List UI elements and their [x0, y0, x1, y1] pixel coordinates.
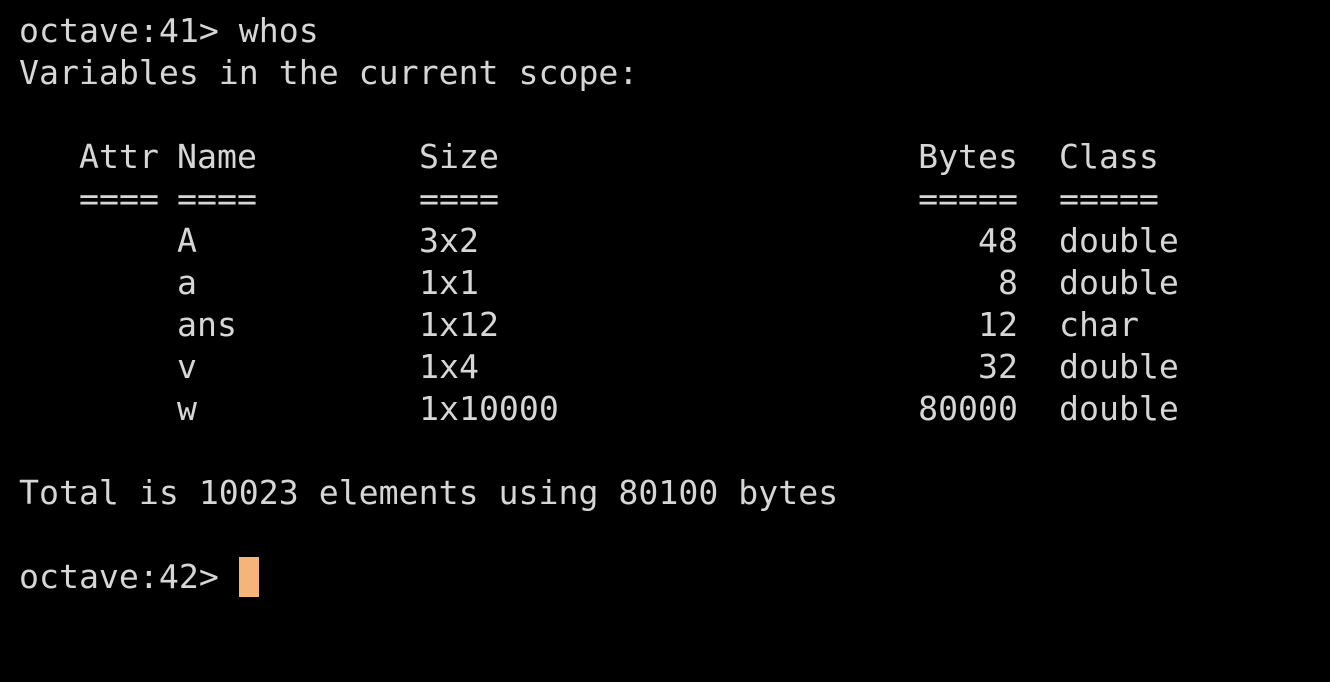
row-name: ans	[177, 305, 237, 344]
row-bytes: 32	[978, 347, 1018, 386]
row-class: double	[1059, 263, 1179, 302]
table-row: a 1x1 8 double	[19, 262, 1319, 304]
table-row: A 3x2 48 double	[19, 220, 1319, 262]
column-header-bytes: Bytes	[918, 137, 1018, 176]
underline-attr: ====	[79, 179, 159, 218]
row-size: 1x1	[419, 263, 479, 302]
row-size: 1x4	[419, 347, 479, 386]
row-bytes: 48	[978, 221, 1018, 260]
row-class: double	[1059, 389, 1179, 428]
table-row: w 1x10000 80000 double	[19, 388, 1319, 430]
row-name: A	[177, 221, 197, 260]
row-bytes: 8	[998, 263, 1018, 302]
table-row: ans 1x12 12 char	[19, 304, 1319, 346]
command-text: whos	[238, 11, 319, 50]
column-header-size: Size	[419, 137, 499, 176]
row-class: char	[1059, 305, 1139, 344]
prompt: octave:41>	[19, 11, 239, 50]
row-bytes: 12	[978, 305, 1018, 344]
command-line-1: octave:41> whos	[19, 10, 1319, 52]
row-size: 3x2	[419, 221, 479, 260]
command-line-2[interactable]: octave:42>	[19, 556, 1319, 598]
row-class: double	[1059, 347, 1179, 386]
row-name: w	[177, 389, 197, 428]
total-summary-text: Total is 10023 elements using 80100 byte…	[19, 473, 839, 512]
total-summary: Total is 10023 elements using 80100 byte…	[19, 472, 1319, 514]
scope-header: Variables in the current scope:	[19, 52, 1319, 94]
row-class: double	[1059, 221, 1179, 260]
column-header-class: Class	[1059, 137, 1159, 176]
table-row: v 1x4 32 double	[19, 346, 1319, 388]
underline-size: ====	[419, 179, 499, 218]
terminal-window[interactable]: octave:41> whos Variables in the current…	[19, 10, 1319, 622]
scope-header-text: Variables in the current scope:	[19, 53, 639, 92]
row-size: 1x10000	[419, 389, 559, 428]
table-header-underline: ==== ==== ==== ===== =====	[19, 178, 1319, 220]
column-header-name: Name	[177, 137, 257, 176]
prompt: octave:42>	[19, 557, 239, 596]
underline-name: ====	[177, 179, 257, 218]
row-name: v	[177, 347, 197, 386]
table-header: Attr Name Size Bytes Class	[19, 136, 1319, 178]
underline-class: =====	[1059, 179, 1159, 218]
underline-bytes: =====	[918, 179, 1018, 218]
row-bytes: 80000	[918, 389, 1018, 428]
column-header-attr: Attr	[79, 137, 159, 176]
row-size: 1x12	[419, 305, 499, 344]
text-cursor[interactable]	[238, 557, 259, 597]
row-name: a	[177, 263, 197, 302]
